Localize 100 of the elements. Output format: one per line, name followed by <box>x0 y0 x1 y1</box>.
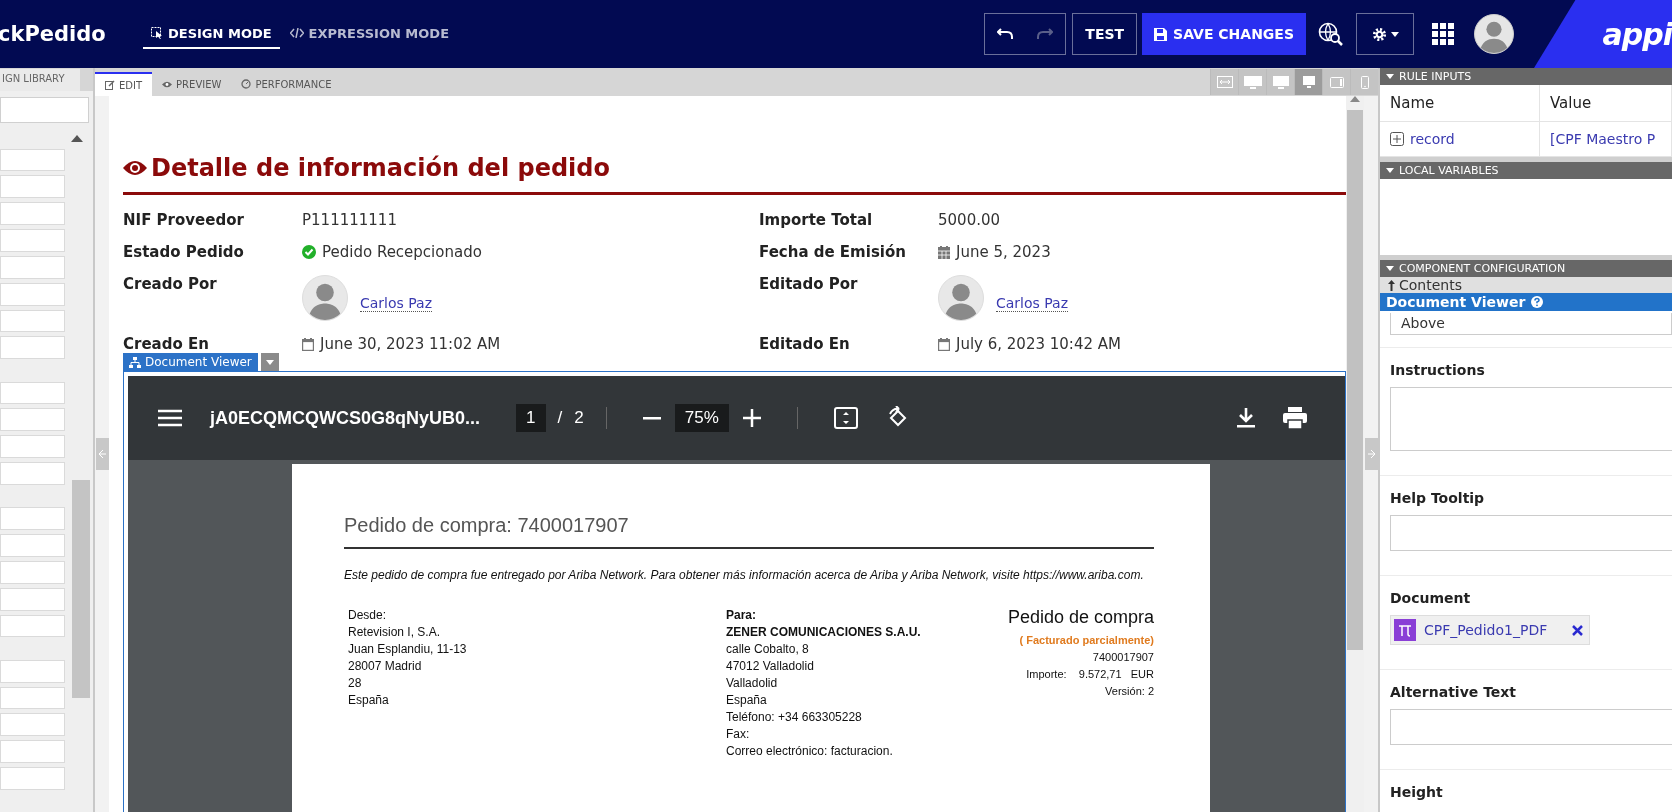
field-label: Editado En <box>759 335 851 353</box>
instructions-field[interactable] <box>1390 387 1672 451</box>
palette-item[interactable] <box>0 255 65 279</box>
user-avatar <box>938 275 984 321</box>
order-line: 7400017907 <box>1092 650 1154 665</box>
address-title: Para: <box>726 607 758 624</box>
palette-item[interactable] <box>0 534 65 557</box>
column-header: Name <box>1380 84 1540 121</box>
pi-icon <box>1394 619 1416 641</box>
palette-item[interactable] <box>0 740 65 763</box>
palette-item[interactable] <box>0 282 65 306</box>
caret-icon <box>1386 73 1394 79</box>
document-token[interactable]: CPF_Pedido1_PDF <box>1390 615 1590 645</box>
scrollbar[interactable] <box>72 480 90 698</box>
section-header[interactable]: RULE INPUTS <box>1380 68 1672 85</box>
user-avatar <box>302 275 348 321</box>
palette-item[interactable] <box>0 713 65 737</box>
caret-icon <box>1390 31 1399 37</box>
section-header[interactable]: LOCAL VARIABLES <box>1380 162 1672 179</box>
fit-page-icon[interactable] <box>833 407 858 429</box>
palette-item[interactable] <box>0 381 65 405</box>
remove-icon[interactable] <box>1572 624 1583 636</box>
calendar-icon <box>302 337 314 351</box>
device-button[interactable] <box>1238 69 1266 95</box>
address-line: calle Cobalto, 8 <box>726 641 810 658</box>
field-value: Pedido Recepcionado <box>322 243 482 261</box>
palette-item[interactable] <box>0 309 65 333</box>
collapse-handle[interactable] <box>95 438 109 470</box>
editor-tab[interactable]: PERFORMANCE <box>231 72 342 96</box>
input-value[interactable]: [CPF Maestro P <box>1550 130 1656 147</box>
section-header[interactable]: COMPONENT CONFIGURATION <box>1380 260 1672 277</box>
field-label: Creado Por <box>123 275 218 295</box>
editor-tab[interactable]: PREVIEW <box>152 72 232 96</box>
user-avatar[interactable] <box>1474 14 1514 54</box>
undo-icon <box>997 28 1014 40</box>
palette-item[interactable] <box>0 659 65 683</box>
order-line: Importe: 9.572,71 EUR <box>1026 667 1154 682</box>
device-button[interactable] <box>1210 69 1238 95</box>
address-line: Teléfono: +34 663305228 <box>726 709 863 726</box>
test-button[interactable]: TEST <box>1072 13 1138 55</box>
input-name[interactable]: record <box>1410 130 1455 147</box>
component-label[interactable]: Document Viewer <box>123 353 258 371</box>
mode-tab[interactable]: EXPRESSION MODE <box>281 19 458 49</box>
gauge-icon <box>241 79 252 89</box>
palette-item[interactable] <box>0 462 65 485</box>
device-button[interactable] <box>1350 69 1378 95</box>
input-field[interactable] <box>1390 515 1672 551</box>
print-icon[interactable] <box>1283 407 1307 429</box>
eye-icon <box>123 160 147 176</box>
field-label: Help Tooltip <box>1390 490 1486 506</box>
zoom-in-icon[interactable] <box>742 409 761 427</box>
logo: appi <box>1534 0 1672 68</box>
palette-item[interactable] <box>0 408 65 432</box>
zoom-out-icon[interactable] <box>642 416 661 420</box>
device-button[interactable] <box>1322 69 1350 95</box>
palette-item[interactable] <box>0 202 65 226</box>
label-position-select[interactable]: Above <box>1390 312 1672 335</box>
palette-item[interactable] <box>0 507 65 531</box>
collapse-handle[interactable] <box>1364 438 1378 470</box>
help-icon[interactable] <box>1531 295 1544 308</box>
redo-icon <box>1037 28 1054 40</box>
palette-item[interactable] <box>0 767 65 790</box>
mode-tab[interactable]: DESIGN MODE <box>143 19 280 49</box>
palette-item[interactable] <box>0 435 65 459</box>
palette-item[interactable] <box>0 336 65 360</box>
apps-grid-icon[interactable] <box>1432 23 1454 45</box>
editor-tab[interactable]: EDIT <box>95 72 153 96</box>
address-line: Correo electrónico: facturacion. <box>726 743 894 760</box>
palette-item[interactable] <box>0 614 65 638</box>
user-link[interactable]: Carlos Paz <box>996 294 1069 312</box>
calendar-icon <box>938 337 950 351</box>
palette-item[interactable] <box>0 560 65 584</box>
globe-search-icon[interactable] <box>1318 22 1344 46</box>
input-field[interactable] <box>1390 709 1672 745</box>
device-button[interactable] <box>1266 69 1294 95</box>
field-label: Document <box>1390 590 1472 606</box>
search-field[interactable] <box>0 97 89 123</box>
library-tab[interactable]: IGN LIBRARY <box>0 69 80 92</box>
palette-item[interactable] <box>0 587 65 611</box>
palette-item[interactable] <box>0 686 65 710</box>
address-line: España <box>726 692 768 709</box>
field-label: Height <box>1390 784 1444 800</box>
settings-button[interactable] <box>1356 13 1414 55</box>
palette-item[interactable] <box>0 229 65 252</box>
scrollbar[interactable] <box>1347 110 1363 650</box>
component-menu-button[interactable] <box>260 353 279 371</box>
save-button[interactable]: SAVE CHANGES <box>1142 13 1306 55</box>
zoom-field[interactable]: 75% <box>674 404 729 432</box>
device-button[interactable] <box>1294 69 1322 95</box>
page-number-field[interactable]: 1 <box>516 404 546 432</box>
company-name: ZENER COMUNICACIONES S.A.U. <box>726 624 922 641</box>
collapse-icon[interactable] <box>71 135 83 143</box>
settings-icon <box>1371 26 1387 42</box>
palette-item[interactable] <box>0 175 65 199</box>
monitor-icon <box>1243 75 1262 89</box>
menu-icon[interactable] <box>158 409 182 427</box>
user-link[interactable]: Carlos Paz <box>360 294 433 312</box>
palette-item[interactable] <box>0 148 65 172</box>
expand-icon[interactable] <box>1390 131 1404 146</box>
download-icon[interactable] <box>1237 408 1255 428</box>
